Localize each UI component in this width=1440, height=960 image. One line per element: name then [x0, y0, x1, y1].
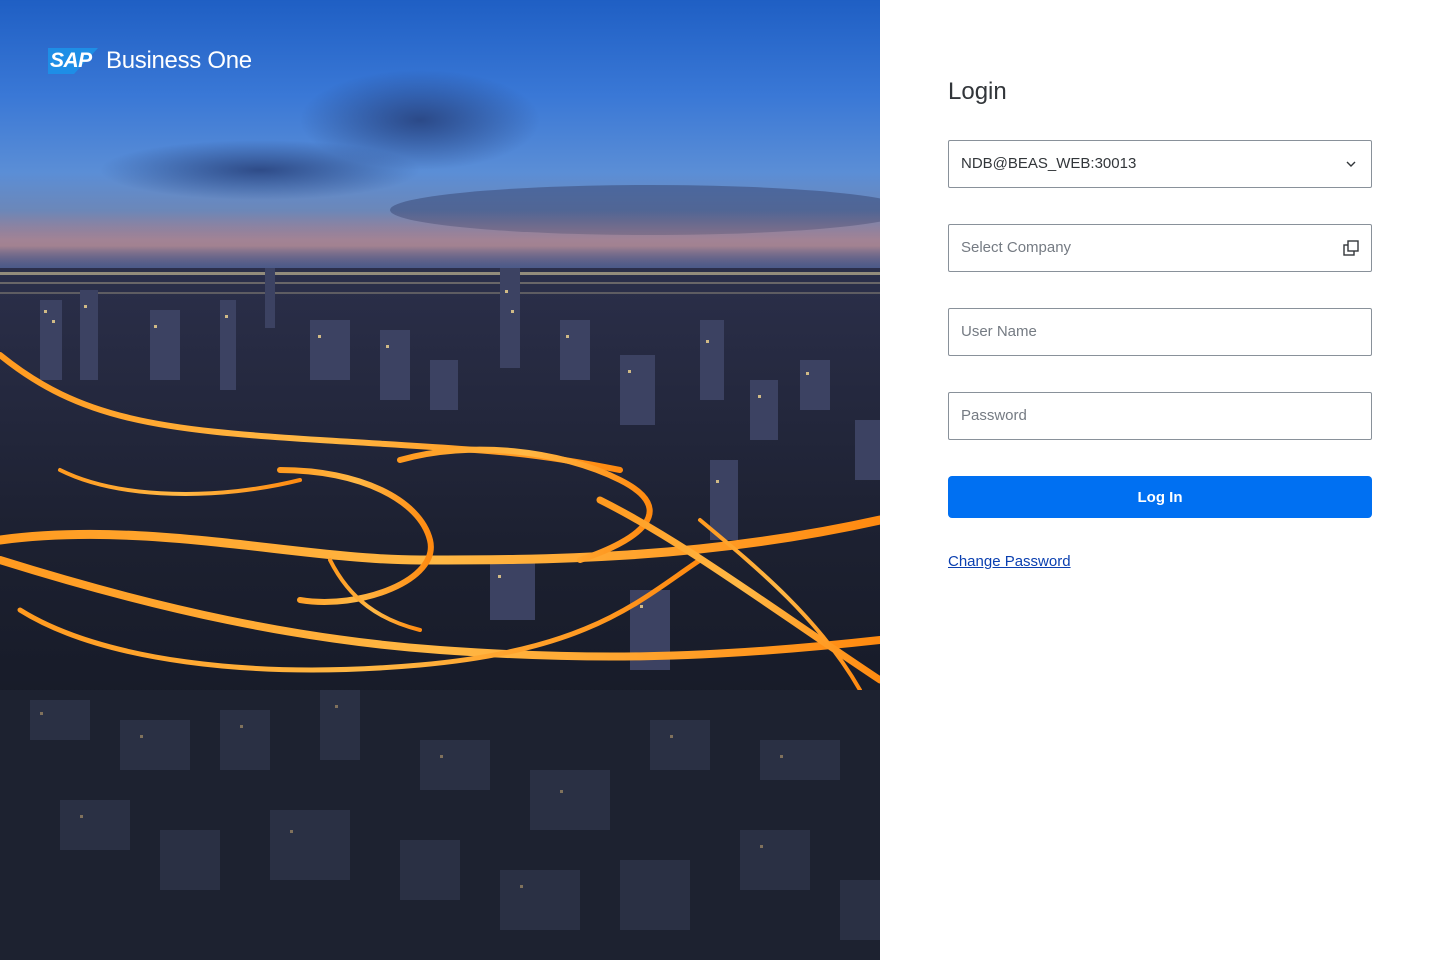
login-page: SAP Business One Login NDB@BEAS_WEB:3001… — [0, 0, 1440, 960]
company-select[interactable] — [948, 224, 1372, 272]
hero-image: SAP Business One — [0, 0, 880, 960]
login-title: Login — [948, 78, 1007, 105]
city-night-illustration — [0, 70, 880, 960]
username-field[interactable] — [948, 308, 1372, 356]
username-input[interactable] — [961, 309, 1331, 355]
chevron-down-icon[interactable] — [1341, 154, 1361, 174]
server-select[interactable]: NDB@BEAS_WEB:30013 — [948, 140, 1372, 188]
change-password-link[interactable]: Change Password — [948, 553, 1071, 570]
product-name: Business One — [106, 47, 252, 74]
sap-logo-text: SAP — [50, 49, 92, 72]
login-button[interactable]: Log In — [948, 476, 1372, 518]
password-field[interactable] — [948, 392, 1372, 440]
password-input[interactable] — [961, 393, 1331, 439]
company-input[interactable] — [961, 225, 1331, 271]
value-help-icon[interactable] — [1341, 238, 1361, 258]
server-select-value[interactable]: NDB@BEAS_WEB:30013 — [961, 141, 1331, 187]
login-panel: Login NDB@BEAS_WEB:30013 Lo — [880, 0, 1440, 960]
sap-business-one-logo: SAP Business One — [48, 47, 252, 75]
sap-logo-badge: SAP — [48, 48, 98, 74]
